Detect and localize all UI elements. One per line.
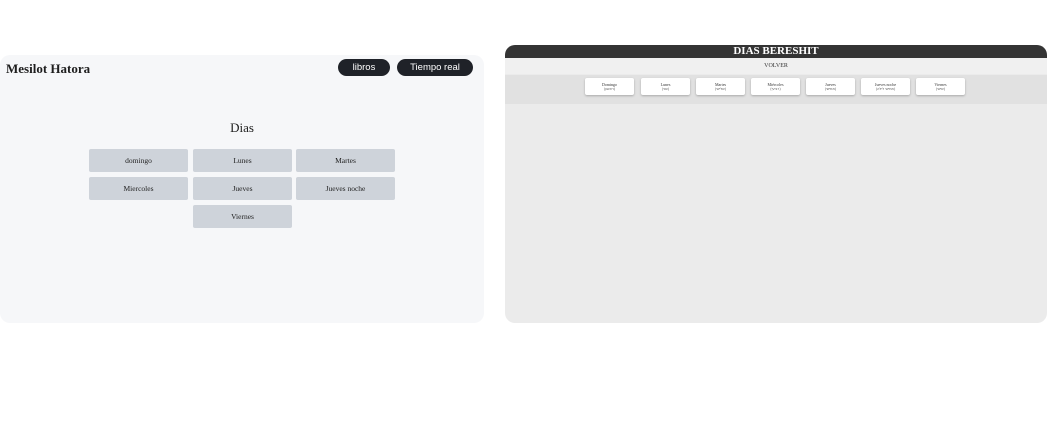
tiempo-real-button[interactable]: Tiempo real	[397, 59, 473, 76]
day-card-martes[interactable]: Martes (שלישי)	[696, 78, 745, 95]
day-card-hebrew: (שני)	[661, 87, 670, 91]
day-card-hebrew: (חמישי לילה)	[875, 87, 896, 91]
day-card-hebrew: (שישי)	[935, 87, 946, 91]
day-card-hebrew: (ראשון)	[603, 87, 616, 91]
day-button-domingo[interactable]: domingo	[89, 149, 188, 172]
day-card-lunes[interactable]: Lunes (שני)	[641, 78, 690, 95]
day-card-hebrew: (רביעי)	[770, 87, 781, 91]
volver-button[interactable]: VOLVER	[505, 58, 1047, 74]
day-card-miercoles[interactable]: Miércoles (רביעי)	[751, 78, 800, 95]
day-card-viernes[interactable]: Viernes (שישי)	[916, 78, 965, 95]
bereshit-panel: DIAS BERESHIT VOLVER Domingo (ראשון) Lun…	[505, 45, 1047, 323]
day-card-strip: Domingo (ראשון) Lunes (שני) Martes (שליש…	[505, 75, 1047, 104]
brand-title: Mesilot Hatora	[6, 61, 91, 76]
day-button-lunes[interactable]: Lunes	[193, 149, 292, 172]
day-card-jueves[interactable]: Jueves (חמישי)	[806, 78, 855, 95]
day-button-jueves[interactable]: Jueves	[193, 177, 292, 200]
libros-button[interactable]: libros	[338, 59, 390, 76]
day-card-domingo[interactable]: Domingo (ראשון)	[585, 78, 634, 95]
day-button-martes[interactable]: Martes	[296, 149, 395, 172]
day-button-viernes[interactable]: Viernes	[193, 205, 292, 228]
day-button-miercoles[interactable]: Miercoles	[89, 177, 188, 200]
days-panel: Mesilot Hatora libros Tiempo real Dias d…	[0, 55, 484, 323]
day-button-jueves-noche[interactable]: Jueves noche	[296, 177, 395, 200]
day-card-hebrew: (חמישי)	[824, 87, 837, 91]
day-card-jueves-noche[interactable]: Jueves noche (חמישי לילה)	[861, 78, 910, 95]
bereshit-header: DIAS BERESHIT	[505, 45, 1047, 58]
day-card-hebrew: (שלישי)	[714, 87, 727, 91]
page-title: Dias	[230, 120, 254, 135]
